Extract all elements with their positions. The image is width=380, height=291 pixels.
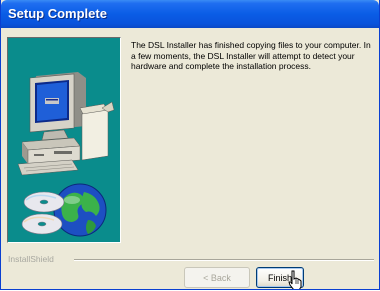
setup-dialog: Setup Complete The DSL Installer has fin…	[0, 0, 380, 290]
dialog-content: The DSL Installer has finished copying f…	[1, 28, 379, 264]
setup-illustration-panel	[7, 37, 121, 243]
cd-disc-icon	[21, 191, 65, 235]
completion-message: The DSL Installer has finished copying f…	[131, 40, 371, 71]
back-button[interactable]: < Back	[184, 267, 250, 288]
title-bar[interactable]: Setup Complete	[1, 0, 379, 28]
window-title: Setup Complete	[8, 6, 107, 21]
installshield-label: InstallShield	[8, 254, 54, 264]
pointer-cursor	[288, 270, 302, 289]
footer-divider	[74, 259, 374, 261]
